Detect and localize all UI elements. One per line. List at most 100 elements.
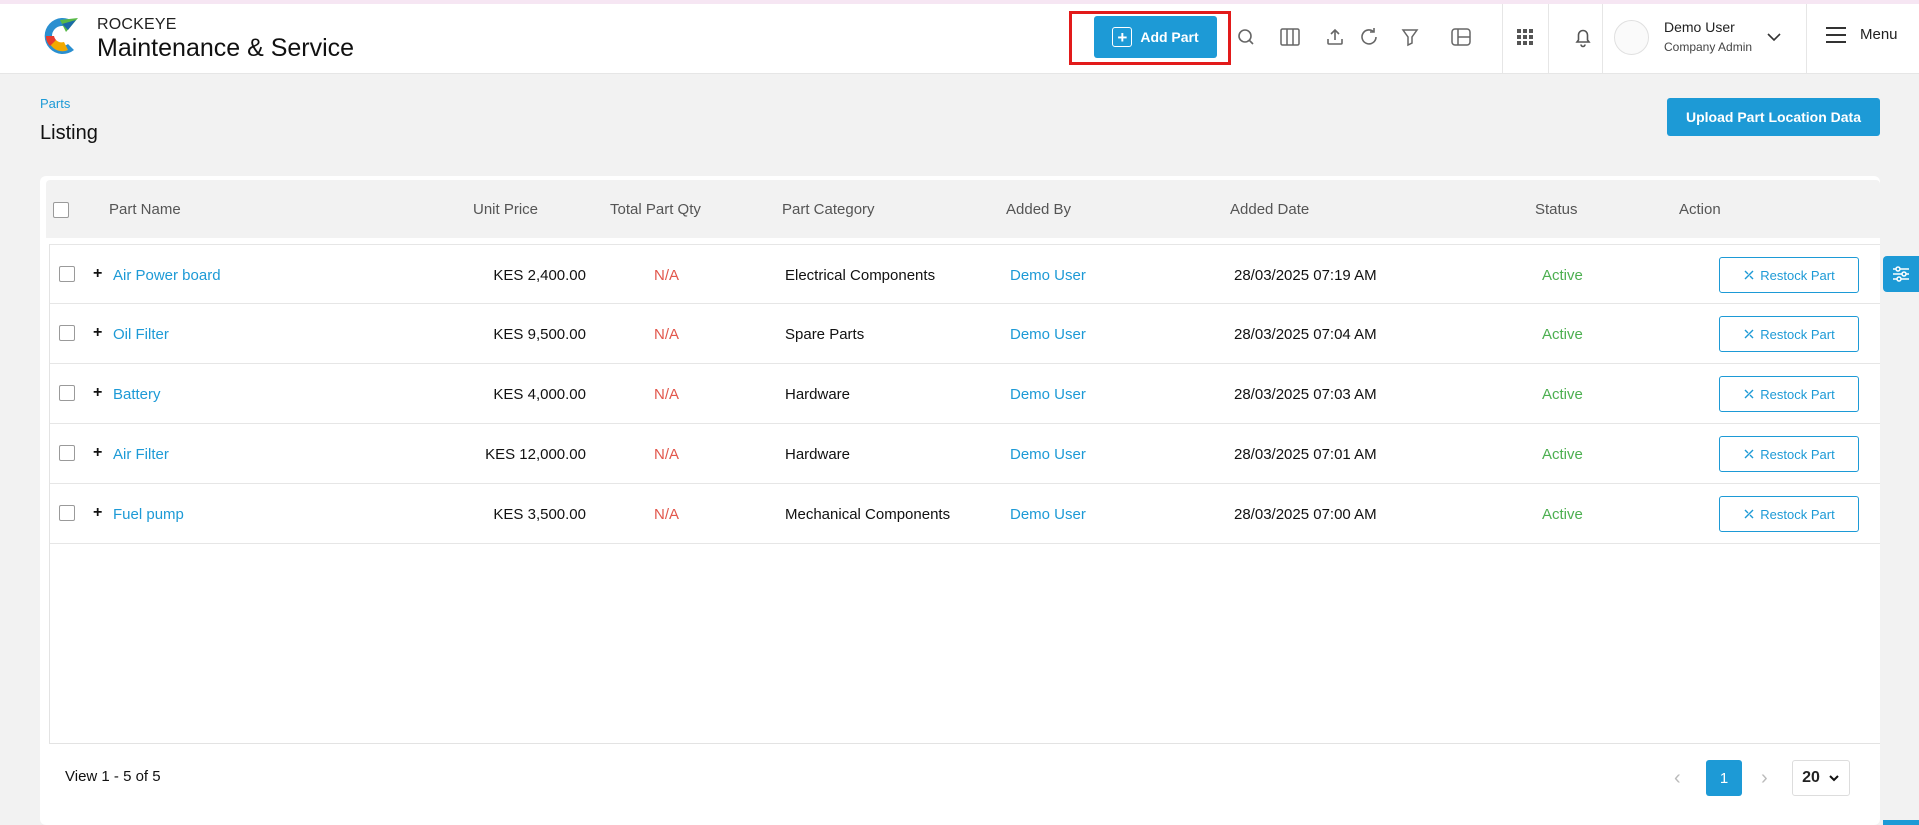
expand-row-icon[interactable]: +: [93, 444, 102, 462]
breadcrumb[interactable]: Parts: [40, 96, 70, 111]
chevron-left-icon[interactable]: ‹: [1674, 767, 1681, 790]
upload-part-location-button[interactable]: Upload Part Location Data: [1667, 98, 1880, 136]
tools-icon: [1744, 449, 1754, 459]
select-all-checkbox[interactable]: [53, 202, 69, 218]
status-badge: Active: [1542, 446, 1583, 463]
status-badge: Active: [1542, 267, 1583, 284]
app-title: Maintenance & Service: [97, 34, 355, 62]
scroll-indicator: [1883, 820, 1919, 825]
part-category: Mechanical Components: [785, 506, 951, 523]
menu-label: Menu: [1860, 26, 1898, 43]
table-row: + Air Filter KES 12,000.00 N/A Hardware Demo …: [50, 424, 1880, 484]
part-name-link[interactable]: Oil Filter: [113, 326, 169, 343]
column-header-unit-price[interactable]: Unit Price: [473, 201, 538, 218]
total-part-qty: N/A: [654, 386, 680, 403]
table-row: + Air Power board KES 2,400.00 N/A Electrica…: [50, 244, 1880, 304]
user-role: Company Admin: [1664, 40, 1753, 54]
part-name-link[interactable]: Air Filter: [113, 446, 169, 463]
unit-price: KES 3,500.00: [493, 506, 586, 523]
settings-side-tab[interactable]: [1883, 256, 1919, 292]
pagination-current-page[interactable]: 1: [1706, 760, 1742, 796]
add-part-button[interactable]: + Add Part: [1094, 16, 1217, 58]
brand-name: ROCKEYE: [97, 16, 177, 33]
avatar[interactable]: [1614, 20, 1649, 55]
restock-label: Restock Part: [1760, 506, 1835, 522]
page-size-value: 20: [1802, 769, 1820, 786]
column-header-added-date[interactable]: Added Date: [1230, 201, 1309, 218]
tools-icon: [1744, 509, 1754, 519]
page-size-select[interactable]: 20: [1792, 760, 1850, 796]
expand-row-icon[interactable]: +: [93, 384, 102, 402]
row-checkbox[interactable]: [59, 505, 75, 521]
added-by-link[interactable]: Demo User: [1010, 386, 1086, 403]
column-header-added-by[interactable]: Added By: [1006, 201, 1071, 218]
added-date: 28/03/2025 07:00 AM: [1234, 506, 1377, 523]
user-name[interactable]: Demo User: [1664, 19, 1735, 35]
expand-row-icon[interactable]: +: [93, 504, 102, 522]
column-header-part-name[interactable]: Part Name: [109, 201, 181, 218]
toolbar-divider: [1548, 4, 1549, 74]
part-category: Spare Parts: [785, 326, 865, 343]
layout-icon[interactable]: [1449, 25, 1473, 49]
added-by-link[interactable]: Demo User: [1010, 326, 1086, 343]
restock-part-button[interactable]: Restock Part: [1719, 496, 1859, 532]
added-date: 28/03/2025 07:04 AM: [1234, 326, 1377, 343]
columns-icon[interactable]: [1278, 25, 1302, 49]
restock-label: Restock Part: [1760, 386, 1835, 402]
rockeye-logo: [44, 18, 78, 55]
refresh-icon[interactable]: [1357, 25, 1381, 49]
chevron-down-icon[interactable]: [1765, 28, 1783, 46]
total-part-qty: N/A: [654, 446, 680, 463]
expand-row-icon[interactable]: +: [93, 265, 102, 283]
pagination-summary: View 1 - 5 of 5: [65, 768, 161, 785]
part-name-link[interactable]: Air Power board: [113, 267, 221, 284]
added-date: 28/03/2025 07:19 AM: [1234, 267, 1377, 284]
chevron-right-icon[interactable]: ›: [1761, 767, 1768, 790]
table-row: + Oil Filter KES 9,500.00 N/A Spare Parts Dem…: [50, 304, 1880, 364]
apps-grid-icon[interactable]: [1513, 25, 1537, 49]
restock-part-button[interactable]: Restock Part: [1719, 436, 1859, 472]
table-row: + Battery KES 4,000.00 N/A Hardware Demo User…: [50, 364, 1880, 424]
table-header: [46, 180, 1880, 238]
restock-label: Restock Part: [1760, 326, 1835, 342]
column-header-status[interactable]: Status: [1535, 201, 1578, 218]
add-part-label: Add Part: [1140, 29, 1199, 45]
restock-label: Restock Part: [1760, 267, 1835, 283]
restock-part-button[interactable]: Restock Part: [1719, 257, 1859, 293]
row-checkbox[interactable]: [59, 385, 75, 401]
hamburger-icon: [1826, 26, 1846, 43]
total-part-qty: N/A: [654, 326, 680, 343]
status-badge: Active: [1542, 506, 1583, 523]
part-category: Hardware: [785, 446, 851, 463]
status-badge: Active: [1542, 326, 1583, 343]
added-by-link[interactable]: Demo User: [1010, 506, 1086, 523]
column-header-category[interactable]: Part Category: [782, 201, 875, 218]
total-part-qty: N/A: [654, 506, 680, 523]
search-icon[interactable]: [1234, 25, 1258, 49]
row-checkbox[interactable]: [59, 325, 75, 341]
menu-button[interactable]: Menu: [1826, 26, 1898, 43]
column-header-action: Action: [1679, 201, 1721, 218]
unit-price: KES 2,400.00: [493, 267, 586, 284]
row-checkbox[interactable]: [59, 445, 75, 461]
toolbar-divider: [1806, 4, 1807, 74]
total-part-qty: N/A: [654, 267, 680, 284]
added-by-link[interactable]: Demo User: [1010, 446, 1086, 463]
restock-part-button[interactable]: Restock Part: [1719, 376, 1859, 412]
plus-icon: +: [1112, 27, 1133, 47]
part-name-link[interactable]: Fuel pump: [113, 506, 184, 523]
expand-row-icon[interactable]: +: [93, 324, 102, 342]
chevron-down-icon: [1829, 775, 1839, 782]
bell-icon[interactable]: [1571, 25, 1595, 49]
tools-icon: [1744, 389, 1754, 399]
status-badge: Active: [1542, 386, 1583, 403]
table-row: + Fuel pump KES 3,500.00 N/A Mechanical Comp…: [50, 484, 1880, 544]
column-header-total-qty[interactable]: Total Part Qty: [610, 201, 701, 218]
filter-icon[interactable]: [1398, 25, 1422, 49]
part-name-link[interactable]: Battery: [113, 386, 161, 403]
upload-icon[interactable]: [1323, 25, 1347, 49]
added-by-link[interactable]: Demo User: [1010, 267, 1086, 284]
row-checkbox[interactable]: [59, 266, 75, 282]
restock-label: Restock Part: [1760, 446, 1835, 462]
restock-part-button[interactable]: Restock Part: [1719, 316, 1859, 352]
